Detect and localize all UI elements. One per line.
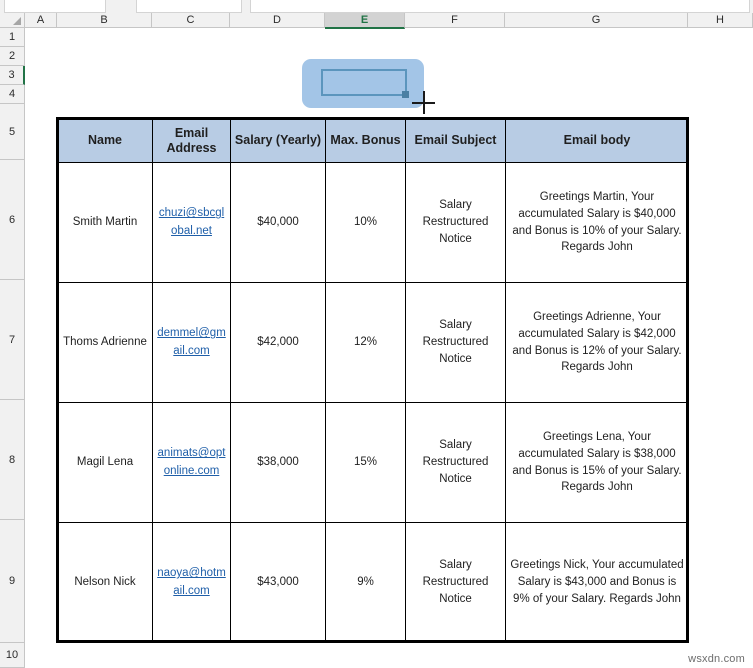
column-header-d-label: D: [273, 14, 281, 26]
row-header-7[interactable]: 7: [0, 280, 25, 400]
email-link[interactable]: demmel@gmail.com: [157, 325, 226, 360]
name-box[interactable]: [4, 0, 106, 13]
column-header-d[interactable]: D: [230, 13, 325, 28]
column-head-salary: Salary (Yearly): [230, 118, 326, 163]
row-header-10[interactable]: 10: [0, 643, 25, 668]
row-header-6[interactable]: 6: [0, 160, 25, 280]
column-head-subject: Email Subject: [405, 118, 506, 163]
cell-subject: Salary Restructured Notice: [405, 522, 506, 643]
cell-name: Magil Lena: [57, 402, 153, 523]
row-header-2-label: 2: [8, 50, 16, 62]
row-header-4[interactable]: 4: [0, 85, 25, 104]
shape-selection-outline[interactable]: [321, 69, 409, 98]
cell-bonus: 15%: [325, 402, 406, 523]
formula-bar[interactable]: [250, 0, 750, 13]
column-header-e[interactable]: E: [325, 13, 405, 29]
column-header-a-label: A: [36, 14, 45, 26]
row-header-8-label: 8: [8, 453, 16, 466]
select-all-triangle-icon: [13, 17, 21, 25]
crosshair-cursor-icon: [412, 91, 435, 114]
column-header-g[interactable]: G: [505, 13, 688, 28]
row-header-9-label: 9: [8, 575, 16, 587]
column-header-e-label: E: [360, 14, 369, 26]
cell-name: Nelson Nick: [57, 522, 153, 643]
row-header-3[interactable]: 3: [0, 66, 25, 85]
cell-bonus: 10%: [325, 162, 406, 283]
email-link[interactable]: chuzi@sbcglobal.net: [157, 205, 226, 240]
column-header-b[interactable]: B: [57, 13, 152, 28]
cell-salary: $40,000: [230, 162, 326, 283]
column-header-h[interactable]: H: [688, 13, 753, 28]
table-row: Nelson Nick naoya@hotmail.com $43,000 9%…: [57, 522, 689, 643]
table-row: Smith Martin chuzi@sbcglobal.net $40,000…: [57, 162, 689, 283]
cell-salary: $43,000: [230, 522, 326, 643]
cell-body: Greetings Martin, Your accumulated Salar…: [505, 162, 689, 283]
cell-bonus: 12%: [325, 282, 406, 403]
column-head-body: Email body: [505, 118, 689, 163]
cell-body: Greetings Lena, Your accumulated Salary …: [505, 402, 689, 523]
column-header-c-label: C: [186, 14, 195, 26]
table-row: Magil Lena animats@optonline.com $38,000…: [57, 402, 689, 523]
row-header-7-label: 7: [8, 333, 16, 346]
column-header-f-label: F: [451, 14, 458, 26]
table-header-row: Name Email Address Salary (Yearly) Max. …: [57, 118, 689, 163]
row-header-1-label: 1: [8, 31, 16, 43]
cell-bonus: 9%: [325, 522, 406, 643]
cell-subject: Salary Restructured Notice: [405, 282, 506, 403]
row-header-5-label: 5: [8, 125, 16, 138]
row-header-6-label: 6: [8, 213, 16, 226]
cell-email[interactable]: demmel@gmail.com: [152, 282, 231, 403]
cell-body: Greetings Adrienne, Your accumulated Sal…: [505, 282, 689, 403]
cell-email[interactable]: animats@optonline.com: [152, 402, 231, 523]
toolbar-strip: [0, 0, 753, 13]
select-all-corner[interactable]: [0, 13, 25, 28]
cell-salary: $42,000: [230, 282, 326, 403]
email-link[interactable]: naoya@hotmail.com: [157, 565, 226, 600]
column-header-f[interactable]: F: [405, 13, 505, 28]
shape-resize-handle[interactable]: [402, 91, 409, 98]
row-header-8[interactable]: 8: [0, 400, 25, 520]
row-header-1[interactable]: 1: [0, 28, 25, 47]
row-header-2[interactable]: 2: [0, 47, 25, 66]
column-head-bonus: Max. Bonus: [325, 118, 406, 163]
row-header-4-label: 4: [8, 88, 16, 100]
cell-name: Thoms Adrienne: [57, 282, 153, 403]
excel-worksheet: A B C D E F G H 1 2 3 4 5 6 7 8 9 10 Nam: [0, 0, 753, 668]
row-header-10-label: 10: [5, 649, 19, 661]
table-row: Thoms Adrienne demmel@gmail.com $42,000 …: [57, 282, 689, 403]
column-head-email: Email Address: [152, 118, 231, 163]
column-header-g-label: G: [591, 14, 601, 26]
toolbar-control[interactable]: [136, 0, 242, 13]
rounded-rectangle-shape[interactable]: [302, 59, 424, 108]
row-header-9[interactable]: 9: [0, 520, 25, 643]
employee-email-table: Name Email Address Salary (Yearly) Max. …: [57, 118, 689, 643]
column-header-h-label: H: [716, 14, 724, 26]
column-header-c[interactable]: C: [152, 13, 230, 28]
cell-salary: $38,000: [230, 402, 326, 523]
column-header-a[interactable]: A: [25, 13, 57, 28]
cell-name: Smith Martin: [57, 162, 153, 283]
cell-subject: Salary Restructured Notice: [405, 402, 506, 523]
watermark: wsxdn.com: [688, 653, 745, 665]
row-header-5[interactable]: 5: [0, 104, 25, 160]
row-header-3-label: 3: [8, 69, 15, 81]
cell-body: Greetings Nick, Your accumulated Salary …: [505, 522, 689, 643]
column-head-name: Name: [57, 118, 153, 163]
cell-email[interactable]: naoya@hotmail.com: [152, 522, 231, 643]
email-link[interactable]: animats@optonline.com: [157, 445, 226, 480]
cell-subject: Salary Restructured Notice: [405, 162, 506, 283]
column-header-b-label: B: [100, 14, 108, 26]
cell-email[interactable]: chuzi@sbcglobal.net: [152, 162, 231, 283]
